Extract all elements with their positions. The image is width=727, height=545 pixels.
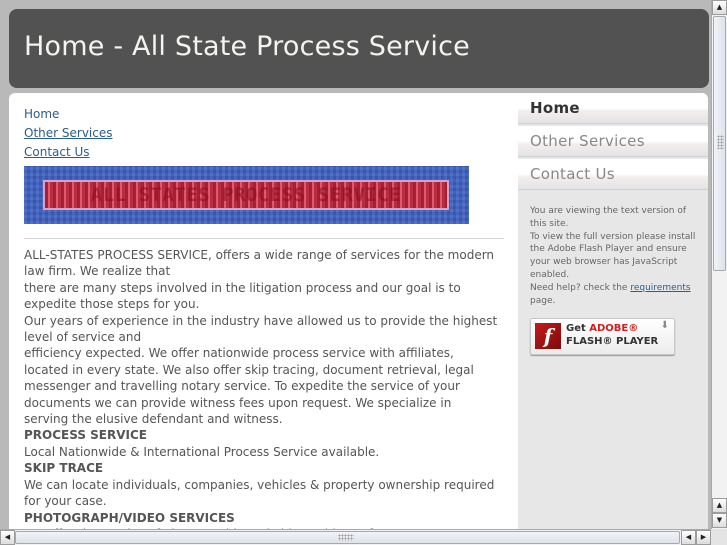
page-viewport: Home - All State Process Service Home Ot… bbox=[0, 0, 711, 529]
flash-notice-text: Need help? check the bbox=[530, 282, 631, 293]
scrollbar-corner bbox=[711, 529, 727, 545]
scroll-down-button[interactable]: ▼ bbox=[712, 513, 727, 528]
banner-image: ALL STATES PROCESS SERVICE bbox=[24, 166, 469, 224]
download-arrow-icon: ⬇ bbox=[660, 320, 669, 331]
horizontal-scroll-thumb[interactable] bbox=[15, 531, 680, 544]
scroll-right-button[interactable]: ▶ bbox=[696, 530, 711, 545]
banner-band: ALL STATES PROCESS SERVICE bbox=[43, 180, 449, 210]
vertical-scrollbar[interactable]: ▲ ▲ ▼ bbox=[711, 0, 727, 529]
sidebar-nav-label: Other Services bbox=[530, 132, 645, 150]
scroll-up-button[interactable]: ▲ bbox=[712, 0, 727, 15]
requirements-link[interactable]: requirements bbox=[630, 283, 690, 293]
scroll-left-button[interactable]: ◀ bbox=[0, 530, 15, 545]
divider bbox=[24, 238, 504, 239]
sidebar: Home Other Services Contact Us You are v… bbox=[518, 93, 708, 529]
sidebar-nav-label: Home bbox=[530, 99, 580, 117]
paragraph: Our years of experience in the industry … bbox=[24, 313, 498, 345]
paragraph: ALL-STATES PROCESS SERVICE, offers a wid… bbox=[24, 248, 495, 279]
paragraph: there are many steps involved in the lit… bbox=[24, 280, 461, 312]
banner-text: ALL STATES PROCESS SERVICE bbox=[90, 184, 402, 206]
section-heading-skip-trace: SKIP TRACE bbox=[24, 461, 104, 476]
grip-icon bbox=[717, 135, 724, 149]
paragraph: efficiency expected. We offer nationwide… bbox=[24, 346, 474, 427]
flash-notice-help: Need help? check the requirements page. bbox=[530, 282, 700, 308]
sidebar-nav-contact-us[interactable]: Contact Us bbox=[518, 159, 708, 190]
flash-notice-line: You are viewing the text version of this… bbox=[530, 206, 687, 229]
adobe-label: ADOBE® bbox=[589, 323, 639, 334]
top-nav-other-services[interactable]: Other Services bbox=[24, 126, 113, 140]
paragraph: Local Nationwide & International Process… bbox=[24, 444, 380, 459]
scroll-left-button-right[interactable]: ◀ bbox=[681, 530, 696, 545]
flash-get-label: Get ADOBE® bbox=[566, 323, 638, 334]
section-heading-photo-video: PHOTOGRAPH/VIDEO SERVICES bbox=[24, 510, 235, 525]
flash-notice-line: To view the full version please install … bbox=[530, 231, 696, 280]
flash-logo-icon: f bbox=[535, 323, 561, 349]
flash-notice: You are viewing the text version of this… bbox=[530, 205, 700, 307]
sidebar-nav-label: Contact Us bbox=[530, 165, 615, 183]
top-nav-home[interactable]: Home bbox=[24, 107, 59, 121]
grip-icon bbox=[338, 534, 354, 541]
main-content: Home Other Services Contact Us ALL STATE… bbox=[9, 93, 518, 529]
horizontal-scrollbar[interactable]: ◀ ◀ ▶ bbox=[0, 529, 711, 545]
flash-notice-text: page. bbox=[530, 295, 556, 306]
site-header: Home - All State Process Service bbox=[9, 9, 709, 88]
sidebar-nav-home[interactable]: Home bbox=[518, 93, 708, 124]
sidebar-nav-other-services[interactable]: Other Services bbox=[518, 126, 708, 157]
scroll-up-button-bottom[interactable]: ▲ bbox=[712, 498, 727, 513]
paragraph: We can locate individuals, companies, ve… bbox=[24, 477, 495, 509]
body-text: ALL-STATES PROCESS SERVICE, offers a wid… bbox=[24, 247, 499, 529]
page-title: Home - All State Process Service bbox=[24, 31, 470, 62]
top-nav-contact-us[interactable]: Contact Us bbox=[24, 145, 90, 159]
flash-player-label: FLASH® PLAYER bbox=[566, 336, 659, 347]
section-heading-process-service: PROCESS SERVICE bbox=[24, 428, 147, 443]
get-flash-player-button[interactable]: f Get ADOBE® FLASH® PLAYER ⬇ bbox=[530, 318, 675, 355]
flash-get-text: Get bbox=[566, 323, 590, 334]
vertical-scroll-thumb[interactable] bbox=[713, 16, 726, 271]
